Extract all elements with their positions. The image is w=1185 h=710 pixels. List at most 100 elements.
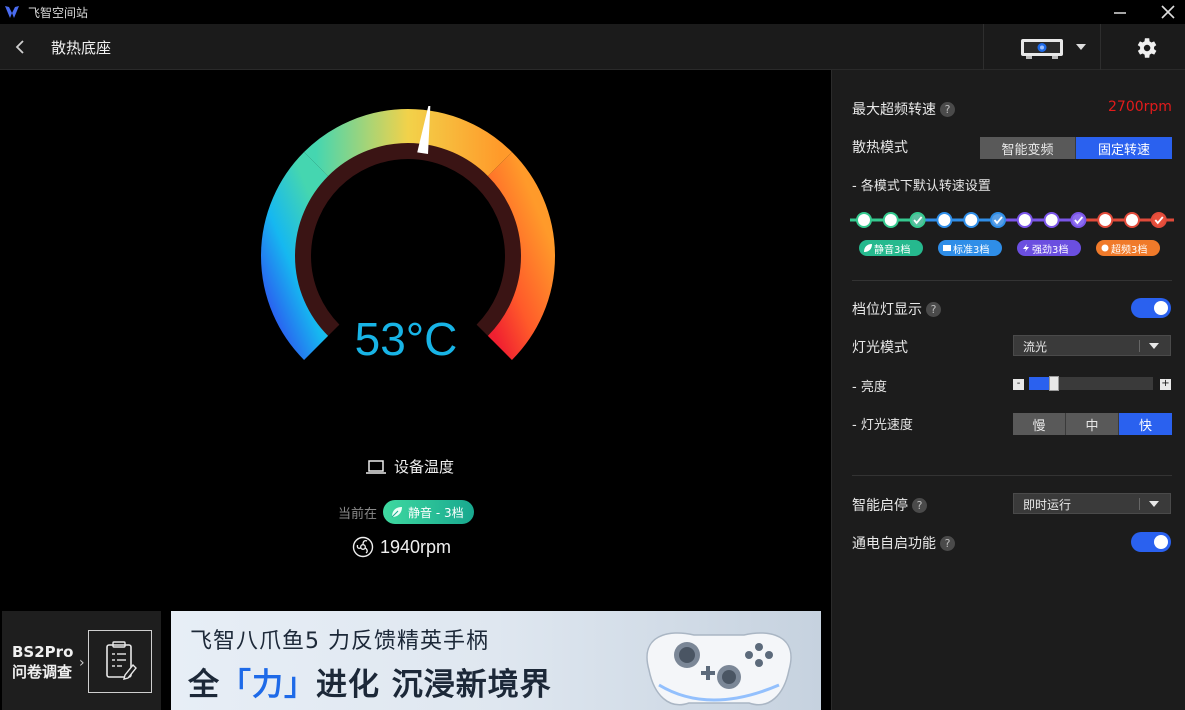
- promo-slogan-a: 全: [188, 667, 220, 703]
- tag-standard[interactable]: 标准3档: [938, 240, 1002, 256]
- max-overclock-label: 最大超频转速: [852, 102, 936, 118]
- cooling-pad-device-icon: [1021, 39, 1063, 59]
- survey-box: [88, 630, 152, 693]
- brightness-increase-button[interactable]: +: [1160, 379, 1171, 390]
- settings-panel: 最大超频转速 ? 2700rpm 散热模式 智能变频 固定转速 - 各模式下默认…: [831, 70, 1185, 710]
- chevron-left-icon: [15, 40, 24, 54]
- minimize-button[interactable]: [1102, 0, 1138, 24]
- brightness-slider-thumb[interactable]: [1048, 376, 1059, 391]
- speed-step-node[interactable]: [882, 212, 899, 228]
- title-bar: 飞智空间站: [0, 0, 1185, 24]
- tag-strong[interactable]: 强劲3档: [1017, 240, 1081, 256]
- chevron-right-icon: ›: [79, 655, 85, 671]
- default-speed-heading: - 各模式下默认转速设置: [852, 179, 991, 194]
- light-mode-dropdown[interactable]: 流光: [1013, 335, 1171, 356]
- keyboard-icon: [943, 245, 951, 251]
- divider: [852, 280, 1172, 281]
- smart-start-dropdown[interactable]: 即时运行: [1013, 493, 1171, 514]
- speed-step-node[interactable]: [990, 212, 1006, 228]
- light-mode-row: 灯光模式: [852, 337, 908, 357]
- cooling-mode-smart[interactable]: 智能变频: [980, 137, 1076, 159]
- survey-title-line1: BS2Pro: [12, 643, 74, 661]
- device-temperature-label: 设备温度: [366, 456, 454, 477]
- help-icon[interactable]: ?: [940, 535, 955, 551]
- cooling-mode-label: 散热模式: [852, 137, 908, 157]
- speed-step-node[interactable]: [936, 212, 953, 228]
- tag-quiet-label: 静音3档: [874, 244, 911, 256]
- current-mode-prefix: 当前在: [338, 506, 378, 522]
- leaf-icon: [864, 244, 872, 252]
- fan-icon: [352, 536, 374, 558]
- close-button[interactable]: [1150, 0, 1185, 24]
- help-icon[interactable]: ?: [926, 301, 941, 317]
- power-on-start-toggle[interactable]: [1131, 532, 1171, 552]
- tag-standard-label: 标准3档: [953, 244, 990, 256]
- speed-step-node[interactable]: [1124, 212, 1140, 228]
- temperature-value: 53°C: [354, 313, 458, 365]
- speed-step-node[interactable]: [1043, 212, 1060, 228]
- page-title: 散热底座: [51, 39, 112, 57]
- gauge-inner-track: [289, 137, 527, 341]
- back-button[interactable]: [8, 35, 32, 59]
- fan-speed-readout: 1940rpm: [352, 536, 451, 558]
- rocket-icon: [1101, 244, 1109, 252]
- cooling-mode-toggle: 智能变频 固定转速: [980, 137, 1172, 159]
- dropdown-separator: [1139, 340, 1140, 352]
- minimize-icon: [1114, 12, 1126, 14]
- promo-slogan-c: 进化 沉浸新境界: [316, 667, 552, 703]
- caret-down-icon: [1076, 44, 1086, 50]
- speed-step-node[interactable]: [1016, 212, 1033, 228]
- light-speed-slow[interactable]: 慢: [1013, 413, 1066, 435]
- tag-overclock-label: 超频3档: [1111, 244, 1148, 256]
- smart-start-value: 即时运行: [1023, 498, 1072, 512]
- divider: [852, 475, 1172, 476]
- app-title: 飞智空间站: [28, 6, 89, 20]
- tag-overclock[interactable]: 超频3档: [1096, 240, 1160, 256]
- brightness-decrease-button[interactable]: -: [1013, 379, 1024, 390]
- gear-light-label: 档位灯显示: [852, 302, 922, 318]
- light-speed-medium[interactable]: 中: [1066, 413, 1119, 435]
- help-icon[interactable]: ?: [912, 497, 927, 513]
- clipboard-icon: [106, 641, 137, 680]
- caret-down-icon: [1149, 501, 1159, 507]
- survey-banner[interactable]: BS2Pro 问卷调查 ›: [2, 611, 161, 710]
- tag-strong-label: 强劲3档: [1032, 244, 1069, 256]
- leaf-icon: [391, 507, 403, 518]
- survey-title: BS2Pro 问卷调查: [12, 642, 73, 682]
- speed-step-node[interactable]: [1070, 212, 1087, 228]
- cooling-mode-label-text: 散热模式: [852, 140, 908, 156]
- light-speed-fast[interactable]: 快: [1119, 413, 1172, 435]
- gear-light-toggle[interactable]: [1131, 298, 1171, 318]
- speed-mode-tags: 静音3档 标准3档 强劲3档 超频3档: [859, 240, 1160, 256]
- speed-step-node[interactable]: [856, 212, 872, 228]
- current-mode-badge: 静音 - 3档: [383, 500, 474, 524]
- light-speed-label: - 灯光速度: [852, 418, 913, 433]
- page-header: 散热底座: [0, 24, 1185, 70]
- brightness-label: - 亮度: [852, 380, 887, 395]
- speed-step-selector: [850, 212, 1174, 228]
- speed-step-node[interactable]: [909, 212, 926, 228]
- tag-quiet[interactable]: 静音3档: [859, 240, 923, 256]
- promo-slogan: 全「力」进化 沉浸新境界: [188, 659, 552, 704]
- caret-down-icon: [1149, 343, 1159, 349]
- smart-start-row: 智能启停 ?: [852, 495, 927, 515]
- promo-banner[interactable]: 飞智八爪鱼5 力反馈精英手柄 全「力」进化 沉浸新境界: [171, 611, 821, 710]
- max-overclock-row: 最大超频转速 ?: [852, 99, 955, 119]
- laptop-icon: [366, 459, 386, 474]
- settings-gear-icon[interactable]: [1133, 35, 1159, 61]
- speed-step-node[interactable]: [1150, 212, 1167, 228]
- power-on-start-row: 通电自启功能 ?: [852, 533, 955, 553]
- gamepad-image: [646, 632, 792, 706]
- help-icon[interactable]: ?: [940, 101, 955, 117]
- power-on-start-label: 通电自启功能: [852, 536, 936, 552]
- promo-slogan-highlight: 「力」: [220, 667, 316, 703]
- brightness-slider[interactable]: [1029, 376, 1153, 391]
- dropdown-separator: [1139, 498, 1140, 510]
- temperature-label-text: 设备温度: [394, 458, 455, 476]
- app-logo-icon: [5, 6, 19, 18]
- speed-step-node[interactable]: [1097, 212, 1114, 228]
- device-selector[interactable]: [983, 24, 1101, 70]
- promo-headline: 飞智八爪鱼5 力反馈精英手柄: [190, 629, 489, 654]
- speed-step-node[interactable]: [963, 212, 980, 228]
- cooling-mode-fixed[interactable]: 固定转速: [1076, 137, 1172, 159]
